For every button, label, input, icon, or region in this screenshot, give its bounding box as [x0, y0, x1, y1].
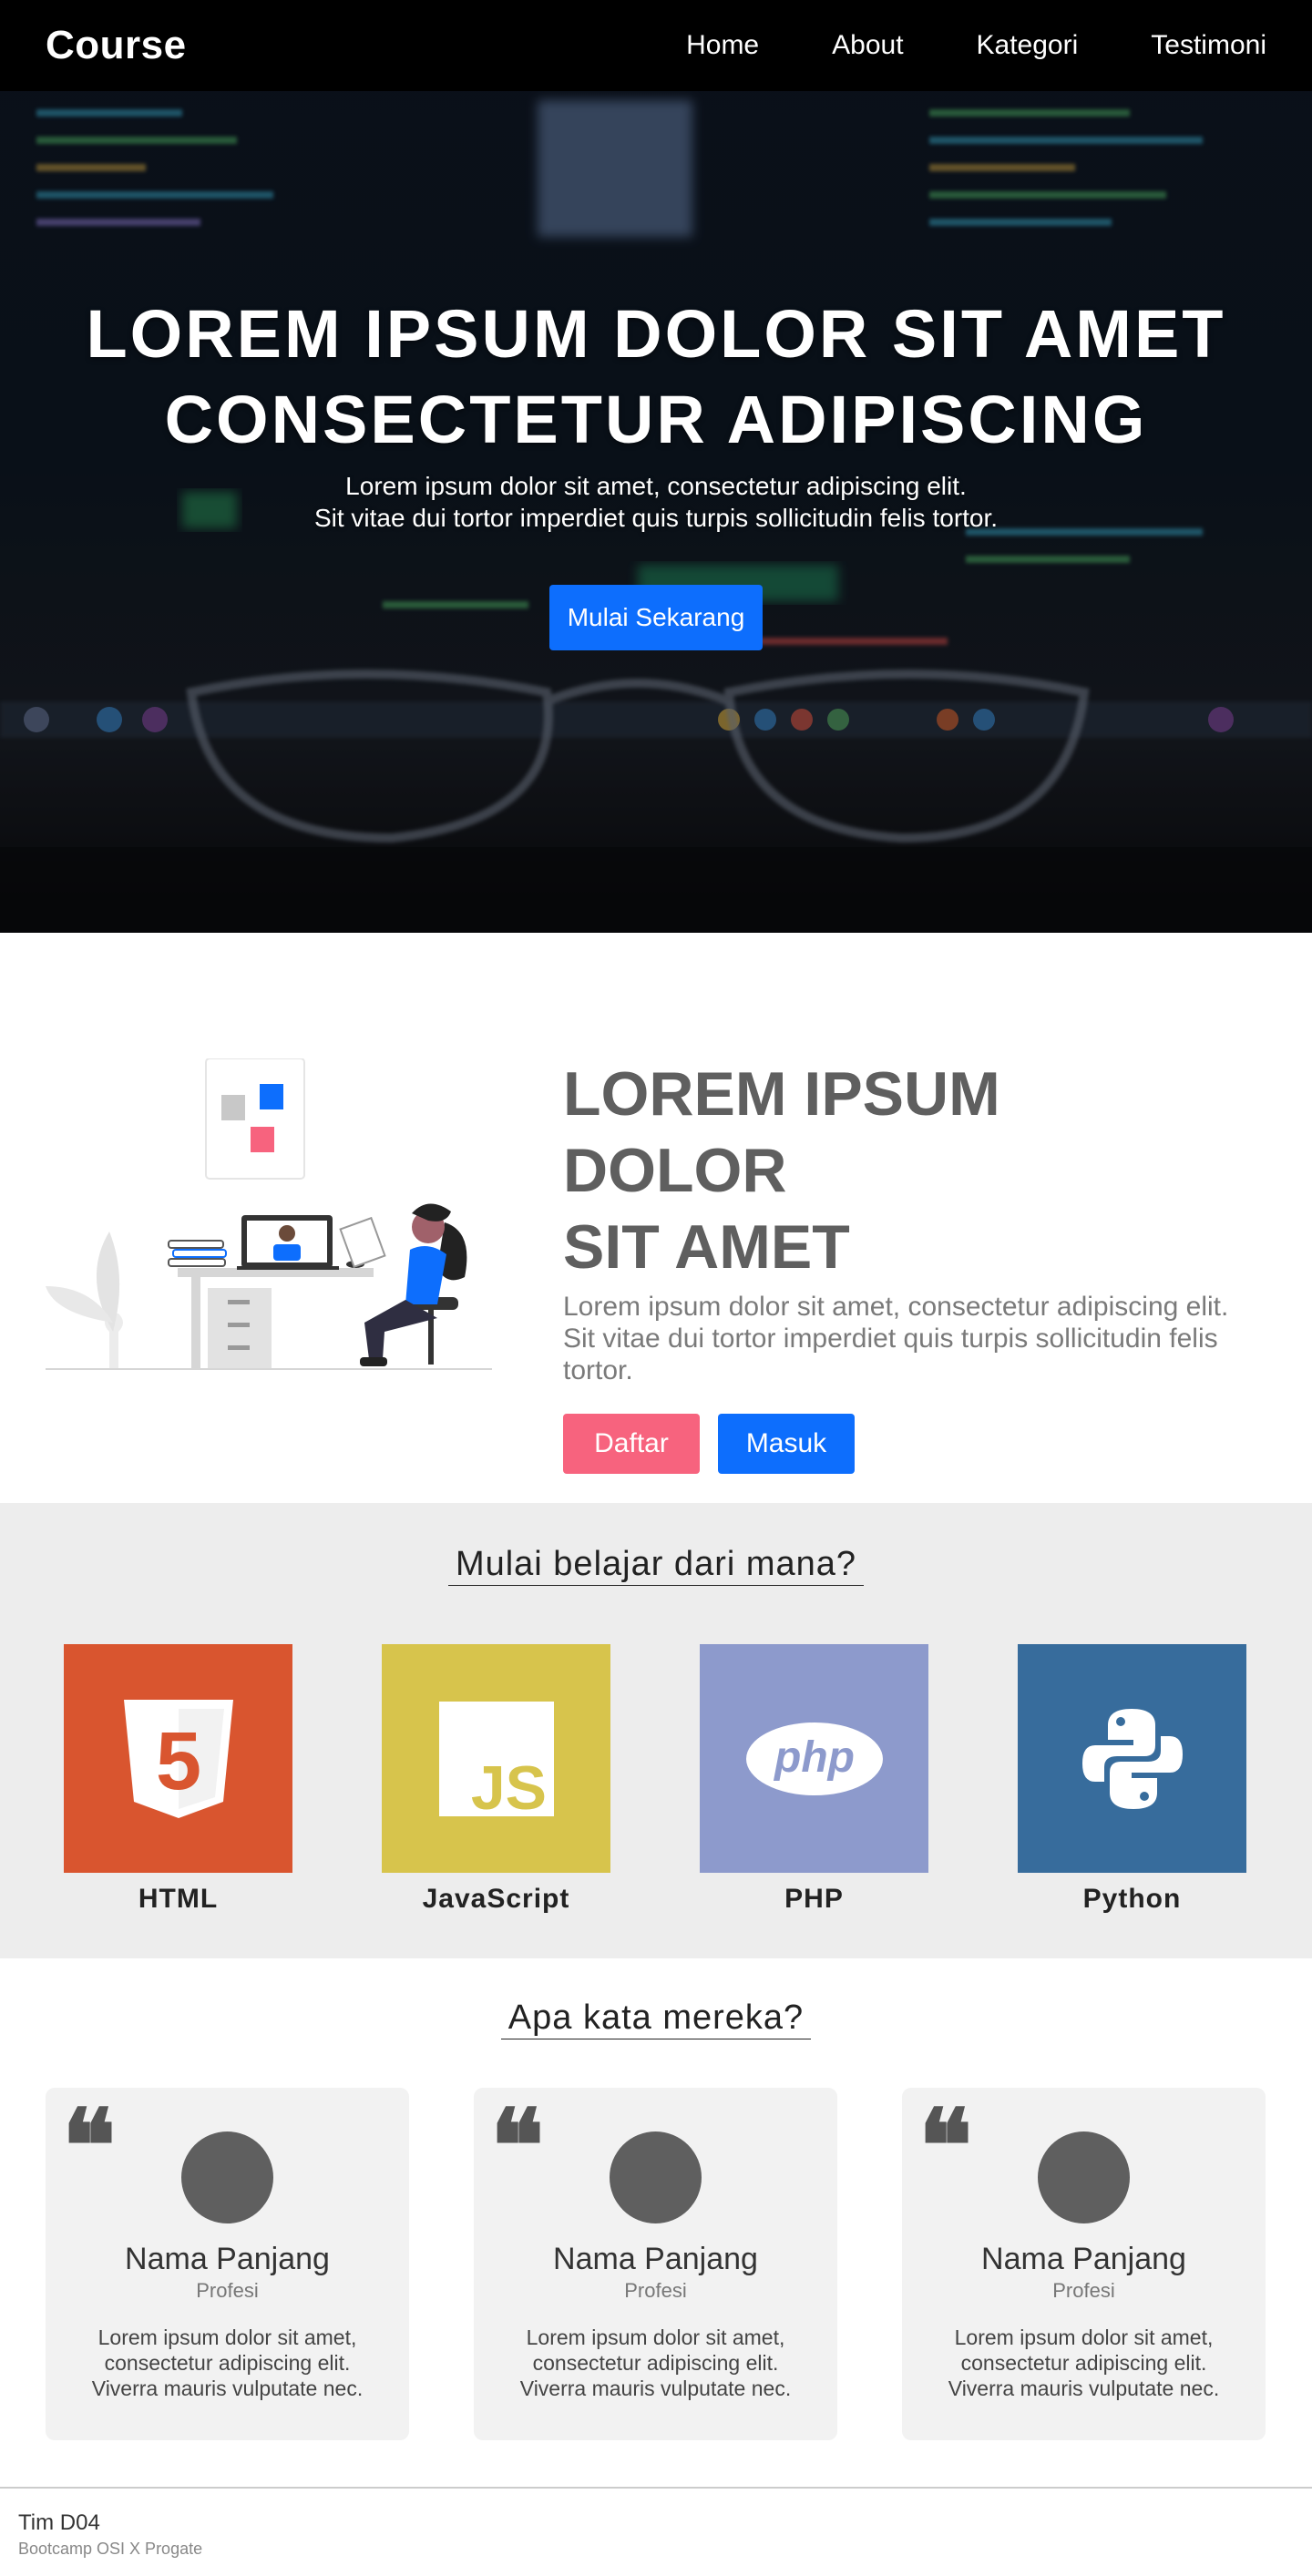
hero-title-line-2: CONSECTETUR ADIPISCING — [164, 382, 1148, 457]
testimonials-title: Apa kata mereka? — [0, 1958, 1312, 2039]
hero-subtitle-line-1: Lorem ipsum dolor sit amet, consectetur … — [345, 472, 967, 500]
html5-icon: 5 — [123, 1699, 233, 1818]
start-now-button[interactable]: Mulai Sekarang — [548, 585, 764, 650]
svg-text:php: php — [773, 1733, 855, 1782]
hero-subtitle: Lorem ipsum dolor sit amet, consectetur … — [0, 470, 1312, 534]
testimonial-text: Lorem ipsum dolor sit amet, consectetur … — [519, 2326, 792, 2400]
about-section: LOREM IPSUM DOLOR SIT AMET Lorem ipsum d… — [0, 933, 1312, 1503]
category-javascript[interactable]: JS JavaScript — [382, 1644, 610, 1915]
nav-about[interactable]: About — [832, 30, 903, 61]
javascript-icon: JS — [438, 1701, 554, 1816]
testimonial-name: Nama Panjang — [553, 2242, 758, 2276]
hero-content: LOREM IPSUM DOLOR SIT AMET CONSECTETUR A… — [0, 291, 1312, 650]
register-button[interactable]: Daftar — [563, 1414, 700, 1474]
quote-icon: ❝ — [62, 2087, 117, 2204]
quote-icon: ❝ — [490, 2087, 545, 2204]
category-label: JavaScript — [422, 1884, 570, 1914]
python-tile — [1018, 1644, 1246, 1873]
nav-testimoni[interactable]: Testimoni — [1151, 30, 1266, 61]
svg-text:5: 5 — [155, 1716, 200, 1807]
testimonial-role: Profesi — [624, 2279, 687, 2302]
testimonial-card: ❝ Nama Panjang Profesi Lorem ipsum dolor… — [46, 2088, 409, 2440]
about-title-line-1: LOREM IPSUM DOLOR — [563, 1059, 1000, 1205]
html-tile: 5 — [64, 1644, 292, 1873]
categories-section: Mulai belajar dari mana? 5 HTML JS JavaS… — [0, 1503, 1312, 1958]
navbar: Course Home About Kategori Testimoni — [0, 0, 1312, 91]
quote-icon: ❝ — [918, 2087, 973, 2204]
testimonials-title-text: Apa kata mereka? — [500, 1998, 812, 2039]
footer-team: Tim D04 — [18, 2510, 100, 2535]
login-button[interactable]: Masuk — [718, 1414, 855, 1474]
online-learning-illustration — [46, 1058, 492, 1370]
category-label: Python — [1082, 1884, 1182, 1914]
about-title-line-2: SIT AMET — [563, 1212, 850, 1282]
categories-title-text: Mulai belajar dari mana? — [447, 1545, 865, 1586]
testimonial-name: Nama Panjang — [981, 2242, 1186, 2276]
testimonials-section: Apa kata mereka? ❝ Nama Panjang Profesi … — [0, 1958, 1312, 2487]
avatar — [610, 2131, 702, 2223]
about-description: Lorem ipsum dolor sit amet, consectetur … — [563, 1292, 1229, 1385]
testimonial-text: Lorem ipsum dolor sit amet, consectetur … — [91, 2326, 364, 2400]
about-title: LOREM IPSUM DOLOR SIT AMET — [563, 1056, 1237, 1285]
nav-kategori[interactable]: Kategori — [977, 30, 1079, 61]
javascript-tile: JS — [382, 1644, 610, 1873]
php-tile: php — [700, 1644, 928, 1873]
hero-title-line-1: LOREM IPSUM DOLOR SIT AMET — [86, 296, 1226, 372]
category-python[interactable]: Python — [1018, 1644, 1246, 1915]
testimonial-role: Profesi — [1052, 2279, 1115, 2302]
testimonial-card: ❝ Nama Panjang Profesi Lorem ipsum dolor… — [902, 2088, 1266, 2440]
about-buttons: Daftar Masuk — [563, 1414, 1237, 1474]
nav-home[interactable]: Home — [686, 30, 759, 61]
avatar — [1038, 2131, 1130, 2223]
category-php[interactable]: php PHP — [700, 1644, 928, 1915]
categories-title: Mulai belajar dari mana? — [0, 1503, 1312, 1586]
svg-text:JS: JS — [470, 1753, 546, 1816]
testimonial-list: ❝ Nama Panjang Profesi Lorem ipsum dolor… — [46, 2088, 1266, 2440]
category-label: HTML — [138, 1884, 219, 1914]
category-html[interactable]: 5 HTML — [64, 1644, 292, 1915]
testimonial-text: Lorem ipsum dolor sit amet, consectetur … — [948, 2326, 1220, 2400]
footer-subtitle: Bootcamp OSI X Progate — [18, 2540, 203, 2558]
testimonial-role: Profesi — [196, 2279, 259, 2302]
hero-title: LOREM IPSUM DOLOR SIT AMET CONSECTETUR A… — [0, 291, 1312, 463]
testimonial-card: ❝ Nama Panjang Profesi Lorem ipsum dolor… — [474, 2088, 837, 2440]
php-icon: php — [745, 1722, 883, 1795]
nav-links: Home About Kategori Testimoni — [613, 30, 1266, 61]
category-list: 5 HTML JS JavaScript php PHP Python — [64, 1644, 1246, 1915]
hero-subtitle-line-2: Sit vitae dui tortor imperdiet quis turp… — [313, 504, 999, 532]
python-icon — [1081, 1708, 1183, 1809]
avatar — [181, 2131, 273, 2223]
category-label: PHP — [784, 1884, 844, 1914]
testimonial-name: Nama Panjang — [125, 2242, 330, 2276]
hero-section: LOREM IPSUM DOLOR SIT AMET CONSECTETUR A… — [0, 0, 1312, 933]
about-text: LOREM IPSUM DOLOR SIT AMET Lorem ipsum d… — [563, 1056, 1237, 1474]
footer: Tim D04 Bootcamp OSI X Progate — [0, 2487, 1312, 2576]
brand-logo[interactable]: Course — [46, 23, 187, 68]
